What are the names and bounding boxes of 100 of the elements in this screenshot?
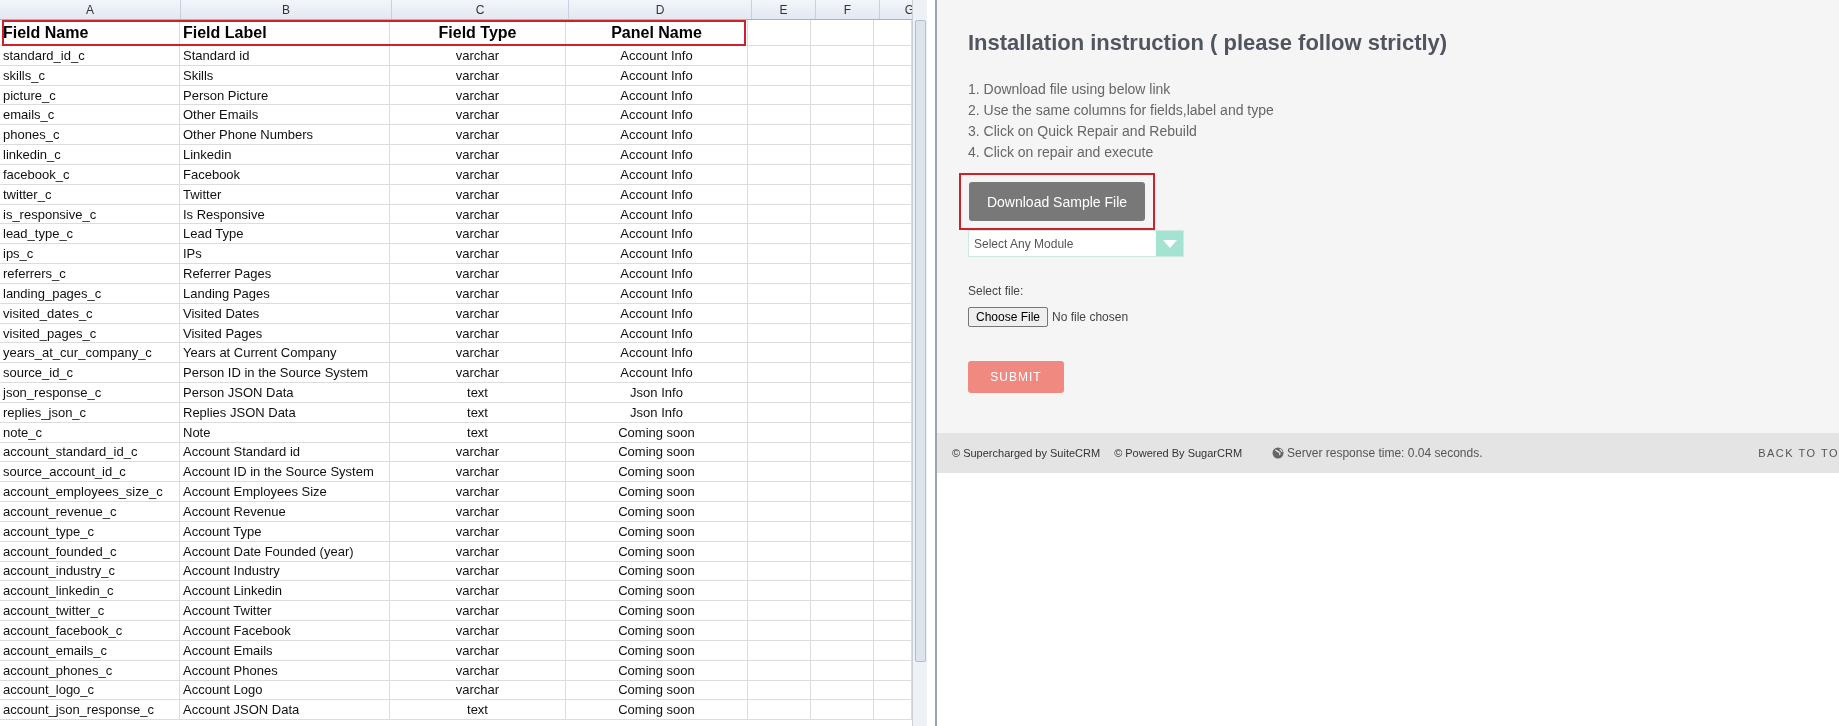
table-cell: source_id_c [0, 363, 180, 383]
table-cell: replies_json_c [0, 402, 180, 422]
table-cell: Json Info [566, 383, 748, 402]
table-cell: varchar [390, 145, 566, 164]
table-cell: landing_pages_c [0, 283, 180, 303]
column-letter[interactable]: B [181, 0, 392, 19]
table-cell: Account Date Founded (year) [180, 541, 390, 561]
table-cell: account_industry_c [0, 561, 180, 581]
table-cell: Account Info [566, 204, 748, 224]
table-cell: emails_c [0, 105, 180, 125]
table-cell: Is Responsive [180, 204, 390, 224]
table-cell: Skills [180, 65, 390, 85]
table-cell: Account Type [180, 521, 390, 541]
table-cell: Coming soon [566, 680, 748, 700]
table-cell: Coming soon [566, 640, 748, 660]
table-cell: Twitter [180, 184, 390, 204]
table-cell: varchar [390, 224, 566, 244]
table-cell: Account Info [566, 105, 748, 125]
table-cell: Account Info [566, 145, 748, 164]
table-cell: varchar [390, 303, 566, 323]
column-header: Field Label [180, 20, 390, 45]
column-letter[interactable]: A [0, 0, 181, 19]
column-header: Field Name [0, 20, 180, 45]
table-cell: varchar [390, 184, 566, 204]
table-cell: Account Info [566, 184, 748, 204]
table-cell: Account Info [566, 65, 748, 85]
table-cell: account_phones_c [0, 660, 180, 680]
table-cell: json_response_c [0, 383, 180, 402]
table-cell: account_founded_c [0, 541, 180, 561]
table-cell: ips_c [0, 244, 180, 264]
table-cell: account_employees_size_c [0, 482, 180, 502]
module-select[interactable]: Select Any Module [968, 230, 1184, 257]
table-cell: Account Industry [180, 561, 390, 581]
table-cell: varchar [390, 482, 566, 502]
table-cell: Account Info [566, 283, 748, 303]
table-cell: Account Info [566, 323, 748, 343]
table-cell: account_standard_id_c [0, 442, 180, 462]
footer-credit[interactable]: © Supercharged by SuiteCRM [952, 447, 1101, 459]
table-cell: Other Phone Numbers [180, 125, 390, 145]
back-to-top-link[interactable]: BACK TO TO [1758, 447, 1839, 459]
table-cell: text [390, 422, 566, 442]
scrollbar[interactable] [912, 0, 927, 726]
table-cell: varchar [390, 363, 566, 383]
column-letter[interactable]: F [816, 0, 880, 19]
page-title: Installation instruction ( please follow strictly) [968, 30, 1449, 56]
table-cell: account_twitter_c [0, 601, 180, 620]
field-label: Select file: [968, 284, 1025, 298]
file-status: No file chosen [1052, 310, 1129, 324]
table-cell: standard_id_c [0, 46, 180, 65]
column-letter[interactable]: C [392, 0, 569, 19]
table-cell: Account Phones [180, 660, 390, 680]
table-cell: Coming soon [566, 700, 748, 720]
table-cell: varchar [390, 581, 566, 601]
table-cell: source_account_id_c [0, 462, 180, 482]
table-cell: Json Info [566, 402, 748, 422]
choose-file-button[interactable]: Choose File [968, 307, 1049, 327]
table-cell: account_revenue_c [0, 502, 180, 521]
table-cell: Coming soon [566, 462, 748, 482]
table-cell: account_json_response_c [0, 700, 180, 720]
table-cell: Replies JSON Data [180, 402, 390, 422]
table-cell: varchar [390, 164, 566, 184]
table-cell: Coming soon [566, 660, 748, 680]
table-cell: Visited Pages [180, 323, 390, 343]
table-cell: Lead Type [180, 224, 390, 244]
column-letter[interactable]: E [752, 0, 816, 19]
table-cell: Years at Current Company [180, 343, 390, 363]
table-cell: Account Info [566, 303, 748, 323]
column-header: Field Type [390, 20, 566, 45]
table-cell: Account Info [566, 164, 748, 184]
table-cell: text [390, 383, 566, 402]
download-button[interactable]: Download Sample File [969, 182, 1145, 221]
table-cell: varchar [390, 204, 566, 224]
table-cell: Account Logo [180, 680, 390, 700]
instruction-step: 2. Use the same columns for fields,label and type [968, 100, 1839, 121]
table-cell: varchar [390, 46, 566, 65]
table-cell: Account Info [566, 363, 748, 383]
column-letter[interactable]: D [569, 0, 752, 19]
table-cell: Account Revenue [180, 502, 390, 521]
table-cell: note_c [0, 422, 180, 442]
table-cell: Coming soon [566, 482, 748, 502]
table-cell: Account JSON Data [180, 700, 390, 720]
table-cell: lead_type_c [0, 224, 180, 244]
table-cell: Account Info [566, 46, 748, 65]
table-cell: Facebook [180, 164, 390, 184]
footer-credit[interactable]: © Powered By SugarCRM [1114, 447, 1243, 459]
table-cell: varchar [390, 105, 566, 125]
scroll-thumb[interactable] [915, 20, 926, 662]
table-cell: Coming soon [566, 541, 748, 561]
table-cell: Account Facebook [180, 621, 390, 640]
caret-icon [1162, 239, 1177, 248]
table-cell: facebook_c [0, 164, 180, 184]
table-cell: Person JSON Data [180, 383, 390, 402]
table-cell: Note [180, 422, 390, 442]
table-cell: Other Emails [180, 105, 390, 125]
table-cell: Person Picture [180, 85, 390, 105]
table-cell: varchar [390, 601, 566, 620]
table-cell: text [390, 402, 566, 422]
table-cell: varchar [390, 244, 566, 264]
table-cell: varchar [390, 561, 566, 581]
table-cell: Account Info [566, 264, 748, 283]
